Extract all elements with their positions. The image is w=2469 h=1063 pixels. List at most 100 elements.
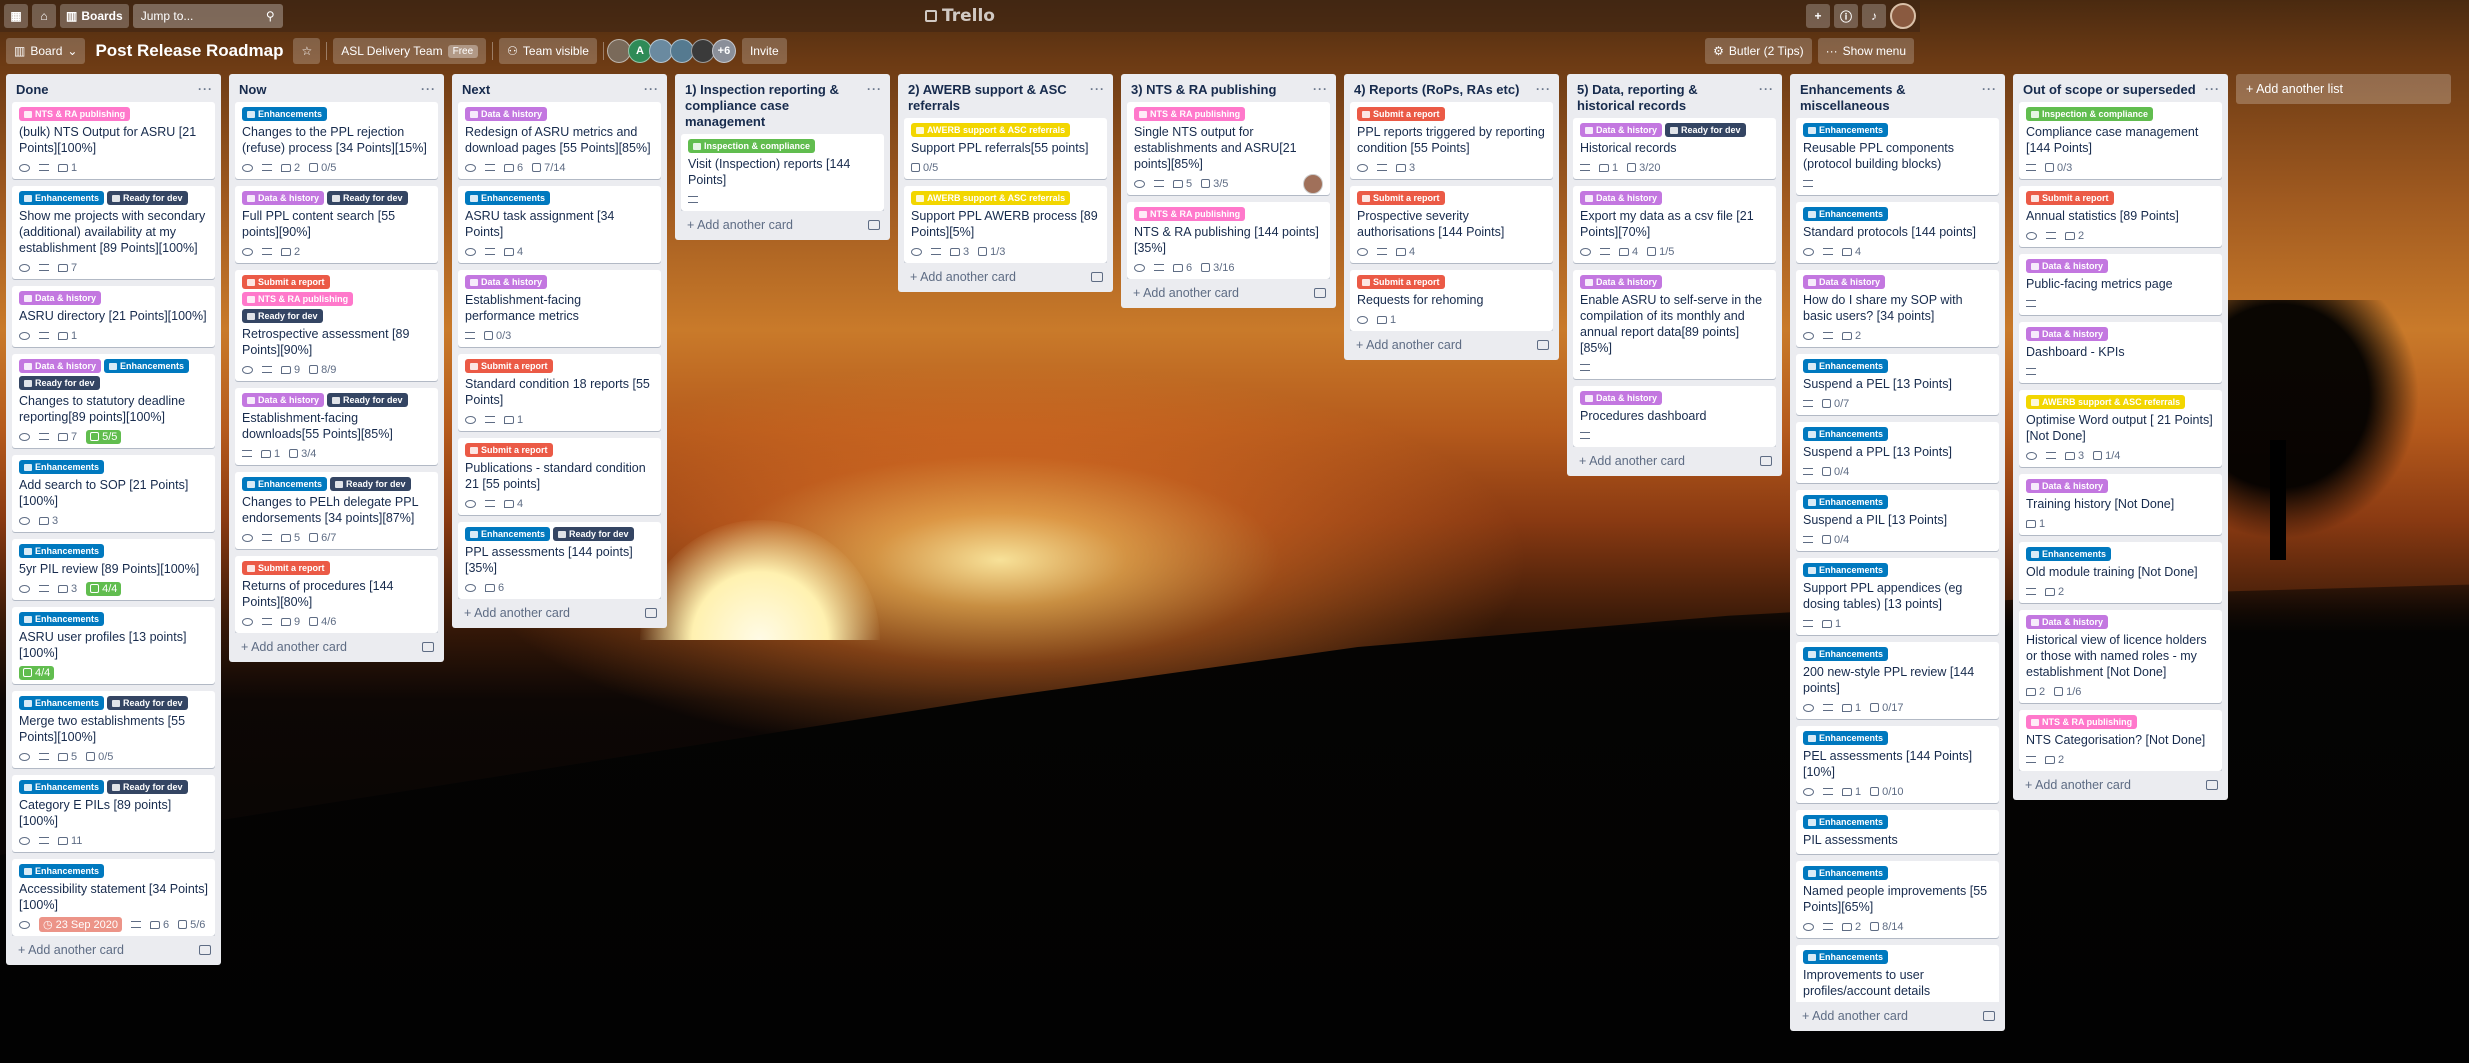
card[interactable]: Enhancements Suspend a PIL [13 Points] 0/4 [1796,490,1999,551]
list-title[interactable]: Done [16,82,49,98]
list-title[interactable]: 3) NTS & RA publishing [1131,82,1276,98]
card[interactable]: Submit a report Returns of procedures [14… [235,556,438,633]
card[interactable]: Submit a report Requests for rehoming 1 [1350,270,1553,331]
card[interactable]: Enhancements ASRU task assignment [34 Poi… [458,186,661,263]
card[interactable]: Submit a report PPL reports triggered by … [1350,102,1553,179]
invite-button[interactable]: Invite [741,38,787,64]
card[interactable]: Enhancements Changes to the PPL rejection… [235,102,438,179]
card[interactable]: Data & history Ready for dev Full PPL cont… [235,186,438,263]
info-button[interactable]: ⓘ [1833,4,1858,28]
add-card-button[interactable]: + Add another card [6,936,221,961]
board-view-switcher[interactable]: ▥ Board ⌄ [6,38,86,64]
list-menu-button[interactable]: ··· [1759,82,1774,96]
card[interactable]: Enhancements Support PPL appendices (eg d… [1796,558,1999,635]
list-menu-button[interactable]: ··· [2205,82,2220,96]
card[interactable]: AWERB support & ASC referrals Support PPL… [904,118,1107,179]
add-list-button[interactable]: + Add another list [2236,74,2451,104]
card-template-icon[interactable] [1091,272,1103,282]
list-title[interactable]: 1) Inspection reporting & compliance cas… [685,82,867,130]
create-button[interactable]: + [1805,4,1830,28]
card[interactable]: Data & history Dashboard - KPIs [2019,322,2222,383]
visibility-button[interactable]: ⚇ Team visible [499,38,597,64]
team-button[interactable]: ASL Delivery Team Free [333,38,487,64]
apps-grid-button[interactable]: ▦ [4,4,28,28]
card[interactable]: Submit a report Annual statistics [89 Poi… [2019,186,2222,247]
card[interactable]: Data & history Ready for dev Establishment… [235,388,438,465]
card[interactable]: Enhancements Ready for dev Category E PILs… [12,775,215,852]
add-card-button[interactable]: + Add another card [1344,331,1559,356]
card[interactable]: Enhancements Ready for dev Changes to PELh… [235,472,438,549]
add-card-button[interactable]: + Add another card [675,211,890,236]
butler-button[interactable]: ⚙ Butler (2 Tips) [1705,38,1812,64]
card[interactable]: Enhancements Suspend a PEL [13 Points] 0/7 [1796,354,1999,415]
list-menu-button[interactable]: ··· [1090,82,1105,96]
card-template-icon[interactable] [2206,780,2218,790]
card-template-icon[interactable] [868,220,880,230]
card[interactable]: Enhancements Standard protocols [144 poin… [1796,202,1999,263]
list-menu-button[interactable]: ··· [644,82,659,96]
card[interactable]: Enhancements Old module training [Not Don… [2019,542,2222,603]
notifications-button[interactable]: ♪ [1862,4,1886,28]
card[interactable]: Inspection & compliance Compliance case m… [2019,102,2222,179]
card[interactable]: Enhancements Reusable PPL components (pro… [1796,118,1999,195]
card[interactable]: Submit a report Prospective severity auth… [1350,186,1553,263]
trello-logo[interactable]: Trello [925,6,995,26]
jump-to-search-input[interactable]: Jump to... ⚲ [132,4,283,28]
boards-button[interactable]: ▥ Boards [60,4,129,28]
card[interactable]: Data & history Training history [Not Done… [2019,474,2222,535]
list-menu-button[interactable]: ··· [198,82,213,96]
add-card-button[interactable]: + Add another card [452,599,667,624]
card[interactable]: Enhancements Accessibility statement [34 … [12,859,215,936]
card[interactable]: Data & history How do I share my SOP with… [1796,270,1999,347]
card[interactable]: Data & history Procedures dashboard [1573,386,1776,447]
card[interactable]: Enhancements Add search to SOP [21 Points… [12,455,215,532]
add-card-button[interactable]: + Add another card [1790,1002,2005,1027]
card[interactable]: Submit a report Publications - standard c… [458,438,661,515]
board-title[interactable]: Post Release Roadmap [91,41,287,61]
card[interactable]: Data & history Enhancements Ready for dev C… [12,354,215,448]
list-menu-button[interactable]: ··· [421,82,436,96]
card[interactable]: Enhancements Named people improvements [5… [1796,861,1999,938]
card[interactable]: Data & history Establishment-facing perfo… [458,270,661,347]
card[interactable]: Enhancements 5yr PIL review [89 Points][1… [12,539,215,600]
card[interactable]: Enhancements Ready for dev Show me project… [12,186,215,279]
card[interactable]: Enhancements ASRU user profiles [13 point… [12,607,215,684]
card[interactable]: Data & history Public-facing metrics page [2019,254,2222,315]
add-card-button[interactable]: + Add another card [1121,279,1336,304]
list-menu-button[interactable]: ··· [1982,82,1997,96]
card[interactable]: Enhancements Suspend a PPL [13 Points] 0/4 [1796,422,1999,483]
card-template-icon[interactable] [1537,340,1549,350]
card-template-icon[interactable] [199,945,211,955]
list-menu-button[interactable]: ··· [867,82,882,96]
show-menu-button[interactable]: ··· Show menu [1817,38,1914,64]
card[interactable]: Enhancements Ready for dev PPL assessments… [458,522,661,599]
list-title[interactable]: 5) Data, reporting & historical records [1577,82,1759,114]
list-title[interactable]: 2) AWERB support & ASC referrals [908,82,1090,114]
card[interactable]: AWERB support & ASC referrals Support PPL… [904,186,1107,263]
card-template-icon[interactable] [645,608,657,618]
list-title[interactable]: Enhancements & miscellaneous [1800,82,1982,114]
card[interactable]: Enhancements PEL assessments [144 Points]… [1796,726,1999,803]
card-template-icon[interactable] [1983,1011,1995,1021]
badge-due[interactable]: ◷ 23 Sep 2020 [39,917,122,932]
list-menu-button[interactable]: ··· [1313,82,1328,96]
card[interactable]: NTS & RA publishing NTS Categorisation? [… [2019,710,2222,771]
member-avatar[interactable]: +6 [711,39,736,63]
card[interactable]: Enhancements Improvements to user profile… [1796,945,1999,1002]
star-button[interactable]: ☆ [293,38,321,64]
card-template-icon[interactable] [1314,288,1326,298]
list-title[interactable]: Now [239,82,266,98]
card[interactable]: NTS & RA publishing Single NTS output for… [1127,102,1330,195]
list-title[interactable]: Next [462,82,490,98]
card[interactable]: Submit a report NTS & RA publishing Ready … [235,270,438,381]
card-member-avatar[interactable] [1303,173,1323,194]
card[interactable]: Data & history Historical view of licence… [2019,610,2222,703]
card[interactable]: Enhancements PIL assessments [1796,810,1999,854]
card[interactable]: Data & history Export my data as a csv fi… [1573,186,1776,263]
add-card-button[interactable]: + Add another card [898,263,1113,288]
card[interactable]: NTS & RA publishing NTS & RA publishing [… [1127,202,1330,279]
add-card-button[interactable]: + Add another card [2013,771,2228,796]
list-menu-button[interactable]: ··· [1536,82,1551,96]
card[interactable]: Enhancements 200 new-style PPL review [14… [1796,642,1999,719]
card[interactable]: Data & history ASRU directory [21 Points]… [12,286,215,347]
